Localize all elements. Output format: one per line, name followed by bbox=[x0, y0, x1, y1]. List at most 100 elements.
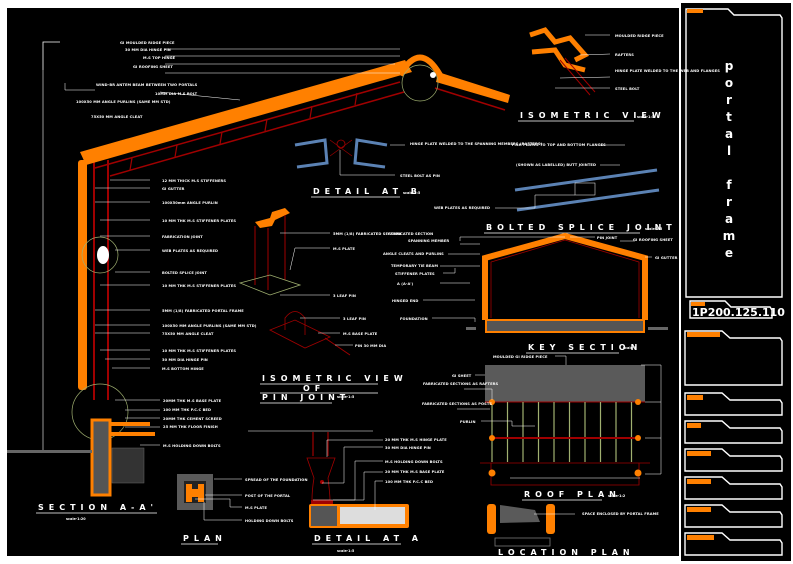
pin-joint-title-1: ISOMETRIC VIEW bbox=[262, 374, 408, 383]
label: 3 LEAF PIN bbox=[333, 294, 356, 298]
label: RAFTERS bbox=[615, 53, 634, 57]
label: FABRICATION JOINT bbox=[162, 235, 203, 239]
label: STIFFENER PLATES bbox=[395, 272, 435, 276]
vertical-title-letter: l bbox=[727, 144, 731, 158]
label: GI ROOFING SHEET bbox=[633, 238, 673, 242]
label: GI MOULDED RIDGE PIECE bbox=[120, 41, 175, 45]
drawing-number: 1P200.125.110 bbox=[692, 306, 785, 319]
label: WIND-BR ANTEM BEAM BETWEEN TWO PORTALS bbox=[96, 83, 198, 87]
detail-a-scale: scale-1:5 bbox=[337, 549, 355, 553]
label: 20MM THK CEMENT SCREED bbox=[163, 417, 222, 421]
vertical-title-letter: e bbox=[725, 246, 733, 260]
label: M.S HOLDING DOWN BOLTS bbox=[385, 460, 443, 464]
isometric-ridge-scale: scale-1:5 bbox=[637, 115, 655, 119]
label: M.S PLATE bbox=[333, 247, 355, 251]
vertical-title-letter: a bbox=[725, 212, 733, 226]
label: STEEL BOLT AS PIN bbox=[400, 174, 440, 178]
label: 30 MM DIA HINGE PIN bbox=[162, 358, 208, 362]
label: HINGED END bbox=[392, 299, 418, 303]
detail-b-scale: scale-1:5 bbox=[403, 191, 421, 195]
key-section-scale: scale-1 bbox=[623, 346, 637, 350]
label: 75X50 MM ANGLE CLEAT bbox=[91, 115, 143, 119]
label: HOLDING DOWN BOLTS bbox=[245, 519, 294, 523]
label: M.S TOP HINGE bbox=[143, 56, 176, 60]
titleblock-tag bbox=[687, 332, 720, 337]
label: 10MM DIA M.S BOLT bbox=[155, 92, 198, 96]
label: ANGLE CLEATS AND PURLINS bbox=[383, 252, 444, 256]
label: 20 MM THK M.S HINGE PLATE bbox=[385, 438, 447, 442]
label: FOUNDATION bbox=[400, 317, 428, 321]
vertical-title-letter: t bbox=[726, 110, 732, 124]
roof-plan-scale: scale-1:2 bbox=[608, 494, 626, 498]
label: M.S BASE PLATE bbox=[343, 332, 378, 336]
label: MOULDED RIDGE PIECE bbox=[615, 34, 664, 38]
label: 10 MM THK M.S STIFFENER PLATES bbox=[162, 284, 236, 288]
section-aa-title: SECTION A-A' bbox=[38, 503, 158, 512]
vertical-title-letter: o bbox=[725, 76, 733, 90]
titleblock-tag bbox=[687, 507, 711, 512]
cad-drawing-sheet: GI MOULDED RIDGE PIECE 30 MM DIA HINGE P… bbox=[0, 0, 793, 564]
label: 5MM (1/8) FABRICATED PORTAL FRAME bbox=[162, 309, 244, 313]
label: WEB PLATES AS REQUIRED bbox=[434, 206, 490, 210]
vertical-title-letter: f bbox=[726, 178, 732, 192]
label: (SHOWN AS LABELLED) BUTT JOINTED bbox=[516, 163, 596, 167]
vertical-title-letter: r bbox=[726, 195, 732, 209]
detail-a-title: DETAIL AT A bbox=[314, 534, 423, 543]
vertical-title-letter: m bbox=[723, 229, 736, 243]
titleblock-tag bbox=[687, 395, 703, 400]
roof-plan-title: ROOF PLAN bbox=[524, 490, 621, 499]
section-aa-scale: scale-1:20 bbox=[66, 517, 86, 521]
label: FABRICATED SECTIONS AS POSTS bbox=[422, 402, 492, 406]
location-plan-title: LOCATION PLAN bbox=[498, 548, 635, 557]
label: PURLIN bbox=[460, 420, 476, 424]
label: 100X50 MM ANGLE PURLINS (SAME MM STD) bbox=[76, 100, 171, 104]
vertical-title-letter: a bbox=[725, 127, 733, 141]
plan-title: PLAN bbox=[183, 534, 227, 543]
titleblock-tag bbox=[687, 479, 711, 484]
label: 20 MM THK M.S BASE PLATE bbox=[385, 470, 445, 474]
titleblock-tag bbox=[687, 423, 701, 428]
label: GI GUTTER bbox=[162, 187, 185, 191]
label: PIN JOINT bbox=[597, 236, 618, 240]
label: PIN 30 MM DIA bbox=[355, 344, 386, 348]
label: 100X50 MM ANGLE PURLINS (SAME MM STD) bbox=[162, 324, 257, 328]
label: FABRICATED SECTIONS AS RAFTERS bbox=[423, 382, 499, 386]
label: 30 MM DIA HINGE PIN bbox=[385, 446, 431, 450]
label: GI SHEET bbox=[452, 374, 472, 378]
label: 75X50 MM ANGLE CLEAT bbox=[162, 332, 214, 336]
vertical-title-letter: r bbox=[726, 93, 732, 107]
label: FISH PLATES TO TOP AND BOTTOM FLANGES bbox=[512, 143, 606, 147]
label: SPANNING MEMBER bbox=[408, 239, 449, 243]
titleblock-tag bbox=[687, 9, 703, 13]
label: 100X50mm ANGLE PURLIN bbox=[162, 201, 218, 205]
label: 20MM THK M.S BASE PLATE bbox=[163, 399, 222, 403]
label: 10 MM THK M.S STIFFENER PLATES bbox=[162, 219, 236, 223]
label: GI GUTTER bbox=[655, 256, 678, 260]
label: SPACE ENCLOSED BY PORTAL FRAME bbox=[582, 512, 659, 516]
label: GI ROOFING SHEET bbox=[133, 65, 173, 69]
bolted-splice-scale: scale-1:5 bbox=[645, 227, 663, 231]
label: 25 MM THK FLOOR FINISH bbox=[163, 425, 218, 429]
label: 3 LEAF PIN bbox=[343, 317, 366, 321]
label: STEEL BOLT bbox=[615, 87, 640, 91]
label: FABRICATED SECTION bbox=[388, 232, 433, 236]
label: M.S HOLDING DOWN BOLTS bbox=[163, 444, 221, 448]
titleblock-tag bbox=[687, 535, 714, 540]
label: 100 MM THK P.C.C BED bbox=[163, 408, 211, 412]
label: BOLTED SPLICE JOINT bbox=[162, 271, 207, 275]
label: POST OF THE PORTAL bbox=[245, 494, 291, 498]
label: WEB PLATES AS REQUIRED bbox=[162, 249, 218, 253]
titleblock-tag bbox=[687, 451, 711, 456]
label: SPREAD OF THE FOUNDATION bbox=[245, 478, 308, 482]
label: M.S BOTTOM HINGE bbox=[162, 367, 204, 371]
label: HINGE PLATE WELDED TO THE WEB AND FLANGE… bbox=[615, 69, 720, 73]
label: 100 MM THK P.C.C BED bbox=[385, 480, 433, 484]
label: 10 MM THK M.S STIFFENER PLATES bbox=[162, 349, 236, 353]
label: 30 MM DIA HINGE PIN bbox=[125, 48, 171, 52]
label: M.S PLATE bbox=[245, 506, 267, 510]
vertical-title-letter: p bbox=[725, 59, 734, 73]
pin-joint-scale: scale-1:5 bbox=[337, 395, 355, 399]
label: A (A-A') bbox=[397, 282, 414, 286]
label: MOULDED GI RIDGE PIECE bbox=[493, 355, 548, 359]
label: TEMPORARY TIE BEAM bbox=[391, 264, 438, 268]
